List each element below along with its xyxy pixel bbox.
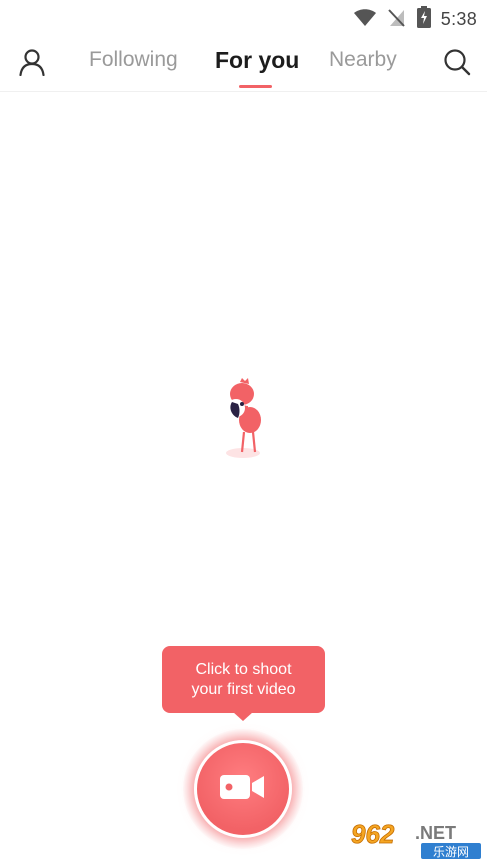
tooltip-arrow <box>233 712 253 721</box>
site-watermark-logo: 962 .NET 乐游网 <box>347 817 483 861</box>
tab-nearby[interactable]: Nearby <box>329 48 397 72</box>
video-camera-icon <box>220 772 266 807</box>
status-time: 5:38 <box>440 9 477 29</box>
svg-text:.NET: .NET <box>415 823 456 843</box>
tab-following[interactable]: Following <box>89 48 178 72</box>
profile-button[interactable] <box>14 48 50 80</box>
tooltip-line-1: Click to shoot <box>195 660 292 678</box>
search-icon <box>443 48 471 81</box>
active-tab-indicator <box>239 85 272 88</box>
person-icon <box>18 48 46 81</box>
tooltip-line-2: your first video <box>191 680 296 698</box>
flamingo-mascot-illustration <box>218 378 268 460</box>
app-screen: 5:38 Following For you Nearby Click to s… <box>0 0 487 865</box>
top-nav: Following For you Nearby <box>0 34 487 92</box>
svg-text:962: 962 <box>351 819 395 849</box>
tab-for-you[interactable]: For you <box>215 47 299 74</box>
no-signal-icon <box>387 7 407 32</box>
battery-charging-icon <box>416 6 431 33</box>
record-video-button[interactable] <box>194 740 292 838</box>
status-bar: 5:38 <box>0 0 487 34</box>
search-button[interactable] <box>441 48 473 80</box>
svg-text:乐游网: 乐游网 <box>433 845 469 859</box>
shoot-video-tooltip: Click to shoot your first video <box>162 646 325 713</box>
status-icons: 5:38 <box>353 6 477 33</box>
wifi-icon <box>353 7 377 32</box>
